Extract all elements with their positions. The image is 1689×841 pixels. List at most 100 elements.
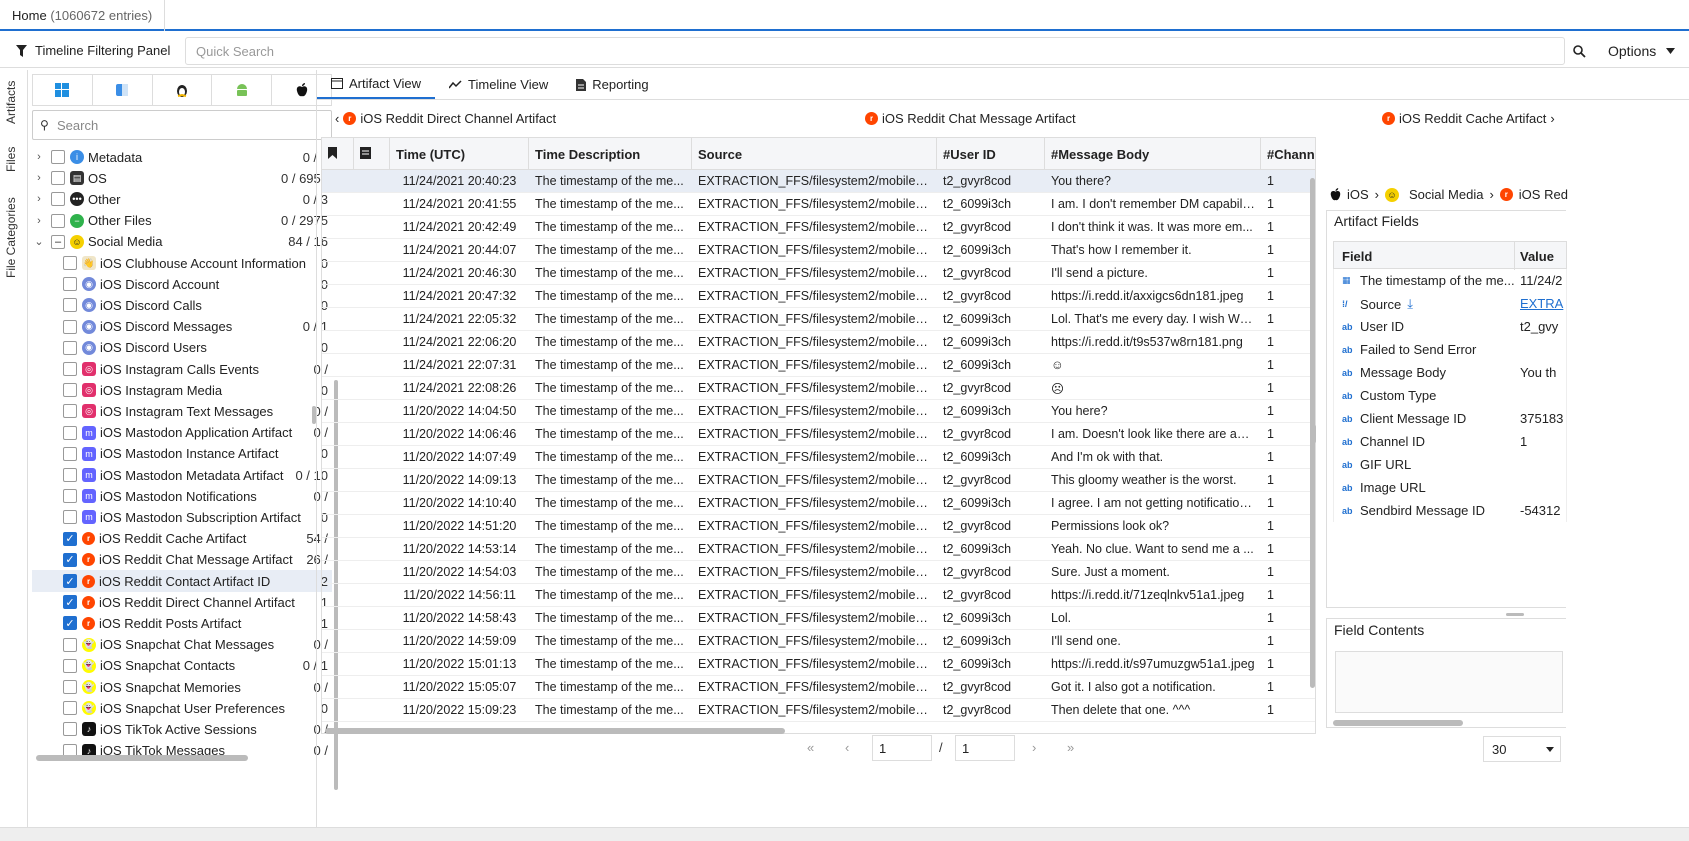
table-row[interactable]: 11/24/2021 20:41:55 The timestamp of the … bbox=[322, 193, 1315, 216]
field-row[interactable]: ab User ID t2_gvy bbox=[1333, 315, 1567, 338]
chevron-right-icon[interactable]: › bbox=[32, 215, 46, 227]
table-row[interactable]: 11/24/2021 22:08:26 The timestamp of the … bbox=[322, 377, 1315, 400]
table-row[interactable]: 11/20/2022 15:09:23 The timestamp of the … bbox=[322, 699, 1315, 722]
table-row[interactable]: 11/20/2022 14:59:09 The timestamp of the … bbox=[322, 630, 1315, 653]
home-tab[interactable]: Home (1060672 entries) bbox=[0, 0, 166, 31]
table-row[interactable]: 11/20/2022 14:56:11 The timestamp of the … bbox=[322, 584, 1315, 607]
timeline-filtering-panel-button[interactable]: Timeline Filtering Panel bbox=[16, 43, 170, 58]
column-header-time[interactable]: Time (UTC) bbox=[390, 138, 529, 170]
bookmark-column-header[interactable] bbox=[322, 138, 354, 170]
tree-item[interactable]: › − Other Files 0 / 2975 bbox=[32, 210, 332, 232]
tree-item[interactable]: ◉ iOS Discord Calls 0 bbox=[32, 294, 332, 316]
tree-item[interactable]: ◉ iOS Discord Messages 0 / 1 bbox=[32, 316, 332, 338]
mac-finder-icon[interactable] bbox=[93, 75, 153, 105]
tree-item-checkbox[interactable] bbox=[63, 489, 77, 504]
tree-item[interactable]: m iOS Mastodon Subscription Artifact 0 bbox=[32, 506, 332, 528]
tree-item-checkbox[interactable] bbox=[51, 171, 65, 186]
tree-item-checkbox[interactable] bbox=[63, 510, 77, 525]
table-row[interactable]: 11/20/2022 14:09:13 The timestamp of the … bbox=[322, 469, 1315, 492]
table-row[interactable]: 11/24/2021 22:07:31 The timestamp of the … bbox=[322, 354, 1315, 377]
table-row[interactable]: 11/20/2022 14:53:14 The timestamp of the … bbox=[322, 538, 1315, 561]
column-header-user-id[interactable]: #User ID bbox=[937, 138, 1045, 170]
next-artifact-link[interactable]: r iOS Reddit Cache Artifact › bbox=[1382, 111, 1555, 126]
tree-item-checkbox[interactable] bbox=[63, 425, 77, 440]
tree-item[interactable]: 👋 iOS Clubhouse Account Information 0 bbox=[32, 252, 332, 274]
tree-item[interactable]: m iOS Mastodon Instance Artifact 0 bbox=[32, 443, 332, 465]
tree-item-checkbox[interactable] bbox=[63, 637, 77, 652]
tree-item-checkbox[interactable] bbox=[63, 658, 77, 673]
field-row[interactable]: ab Message Body You th bbox=[1333, 361, 1567, 384]
artifact-search-input[interactable]: ⚲ Search bbox=[32, 110, 332, 140]
tree-item[interactable]: ♪ iOS TikTok Active Sessions 0 / bbox=[32, 718, 332, 740]
chevron-down-icon[interactable]: ⌄ bbox=[32, 235, 46, 248]
tab-file-categories[interactable]: File Categories bbox=[4, 197, 18, 278]
tree-item[interactable]: ✓ r iOS Reddit Direct Channel Artifact 1 bbox=[32, 591, 332, 613]
linux-icon[interactable] bbox=[153, 75, 213, 105]
options-menu[interactable]: Options bbox=[1608, 43, 1676, 59]
tree-item-checkbox[interactable] bbox=[63, 383, 77, 398]
tree-item[interactable]: ✓ r iOS Reddit Chat Message Artifact 26 / bbox=[32, 549, 332, 571]
field-row[interactable]: ▦ The timestamp of the me... 11/24/2 bbox=[1333, 269, 1567, 292]
chevron-right-icon[interactable]: › bbox=[32, 151, 46, 163]
details-splitter[interactable] bbox=[1506, 613, 1524, 616]
table-row[interactable]: 11/24/2021 20:44:07 The timestamp of the … bbox=[322, 239, 1315, 262]
column-header-message-body[interactable]: #Message Body bbox=[1045, 138, 1261, 170]
tree-item-checkbox[interactable] bbox=[63, 256, 77, 270]
table-row[interactable]: 11/20/2022 15:01:13 The timestamp of the … bbox=[322, 653, 1315, 676]
field-row[interactable]: ⁞/ Source ⤓ EXTRA bbox=[1333, 292, 1567, 315]
tree-item-checkbox[interactable] bbox=[63, 701, 77, 716]
field-row[interactable]: ab Image URL bbox=[1333, 476, 1567, 499]
table-row[interactable]: 11/24/2021 20:42:49 The timestamp of the … bbox=[322, 216, 1315, 239]
tree-item[interactable]: 👻 iOS Snapchat Memories 0 / bbox=[32, 676, 332, 698]
android-icon[interactable] bbox=[212, 75, 273, 105]
tree-item-checkbox[interactable]: ✓ bbox=[63, 595, 77, 610]
tree-item[interactable]: 👻 iOS Snapchat User Preferences 0 bbox=[32, 697, 332, 719]
field-value[interactable]: EXTRA bbox=[1520, 296, 1568, 311]
page-number-input[interactable]: 1 bbox=[872, 735, 932, 761]
table-row[interactable]: 11/24/2021 22:06:20 The timestamp of the … bbox=[322, 331, 1315, 354]
tree-item-checkbox[interactable]: – bbox=[51, 234, 65, 249]
tree-item-checkbox[interactable] bbox=[51, 150, 65, 164]
breadcrumb-artifact[interactable]: iOS Red bbox=[1519, 187, 1568, 202]
tree-item[interactable]: ◎ iOS Instagram Calls Events 0 / bbox=[32, 358, 332, 380]
tree-item-checkbox[interactable] bbox=[63, 298, 77, 313]
tree-item[interactable]: ◎ iOS Instagram Text Messages 0 / bbox=[32, 400, 332, 422]
table-row[interactable]: 11/24/2021 20:47:32 The timestamp of the … bbox=[322, 285, 1315, 308]
table-row[interactable]: 11/20/2022 14:58:43 The timestamp of the … bbox=[322, 607, 1315, 630]
tree-item[interactable]: ◎ iOS Instagram Media 0 bbox=[32, 379, 332, 401]
tree-item[interactable]: ◉ iOS Discord Account 0 bbox=[32, 273, 332, 295]
table-row[interactable]: 11/20/2022 14:10:40 The timestamp of the … bbox=[322, 492, 1315, 515]
last-page-button[interactable]: » bbox=[1067, 740, 1074, 755]
tree-item[interactable]: ✓ r iOS Reddit Posts Artifact 1 bbox=[32, 612, 332, 634]
tree-item[interactable]: 👻 iOS Snapchat Contacts 0 / 1 bbox=[32, 655, 332, 677]
tree-item[interactable]: ✓ r iOS Reddit Contact Artifact ID 2 bbox=[32, 570, 332, 592]
table-row[interactable]: 11/20/2022 14:06:46 The timestamp of the … bbox=[322, 423, 1315, 446]
tree-item-checkbox[interactable] bbox=[63, 722, 77, 737]
tree-item[interactable]: m iOS Mastodon Application Artifact 0 / bbox=[32, 422, 332, 444]
field-row[interactable]: ab Failed to Send Error bbox=[1333, 338, 1567, 361]
tree-item-checkbox[interactable] bbox=[63, 362, 77, 376]
tree-item-checkbox[interactable] bbox=[63, 468, 77, 482]
tree-item[interactable]: 👻 iOS Snapchat Chat Messages 0 / bbox=[32, 634, 332, 656]
windows-icon[interactable] bbox=[33, 75, 93, 105]
tree-horizontal-scrollbar[interactable] bbox=[36, 755, 248, 761]
tab-artifacts[interactable]: Artifacts bbox=[4, 81, 18, 124]
table-row[interactable]: 11/20/2022 14:54:03 The timestamp of the … bbox=[322, 561, 1315, 584]
tree-item-checkbox[interactable] bbox=[63, 680, 77, 694]
tree-item[interactable]: ✓ r iOS Reddit Cache Artifact 54 / bbox=[32, 528, 332, 550]
tree-item[interactable]: m iOS Mastodon Metadata Artifact 0 / 10 bbox=[32, 464, 332, 486]
field-row[interactable]: ab Sendbird Message ID -54312 bbox=[1333, 499, 1567, 522]
grid-splitter[interactable] bbox=[1312, 425, 1316, 443]
quick-search-input[interactable]: Quick Search bbox=[185, 37, 1565, 65]
chevron-right-icon[interactable]: › bbox=[32, 172, 46, 184]
table-row[interactable]: 11/20/2022 14:04:50 The timestamp of the … bbox=[322, 400, 1315, 423]
tree-item[interactable]: › i Metadata 0 / 2 bbox=[32, 146, 332, 168]
prev-page-button[interactable]: ‹ bbox=[845, 740, 849, 755]
tree-item[interactable]: ⌄ – ☺ Social Media 84 / 16 bbox=[32, 231, 332, 253]
tree-item-checkbox[interactable]: ✓ bbox=[63, 616, 77, 631]
table-row[interactable]: 11/24/2021 20:40:23 The timestamp of the … bbox=[322, 170, 1315, 193]
next-page-button[interactable]: › bbox=[1032, 740, 1036, 755]
table-row[interactable]: 11/24/2021 20:46:30 The timestamp of the … bbox=[322, 262, 1315, 285]
tree-item-checkbox[interactable] bbox=[63, 404, 77, 419]
tree-item-checkbox[interactable]: ✓ bbox=[63, 531, 77, 546]
